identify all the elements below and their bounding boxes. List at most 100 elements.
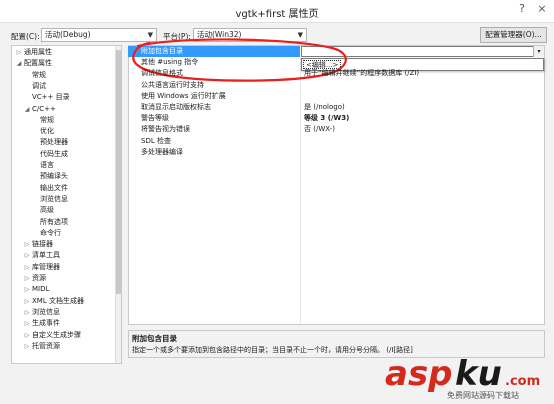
collapse-arrow-icon[interactable]: ◢ <box>23 104 31 115</box>
property-value[interactable]: 否 (/WX-) <box>304 124 335 135</box>
config-combo[interactable]: 活动(Debug) ▼ <box>41 28 157 42</box>
expand-arrow-icon[interactable]: ▷ <box>23 296 31 307</box>
tree-item[interactable]: 输出文件 <box>12 183 116 194</box>
tree-item-label: 所有选项 <box>40 217 68 226</box>
tree-item[interactable]: ▷ 浏览信息 <box>12 307 116 318</box>
tree-item[interactable]: ▷ 库管理器 <box>12 262 116 273</box>
tree-item[interactable]: ▷ 通用属性 <box>12 47 116 58</box>
property-name[interactable]: 使用 Windows 运行时扩展 <box>141 91 226 102</box>
svg-text:免费网站源码下载站: 免费网站源码下载站 <box>447 390 519 400</box>
tree-item-label: 链接器 <box>32 240 53 249</box>
tree-item[interactable]: ◢ C/C++ <box>12 104 116 115</box>
tree-scrollbar-thumb[interactable] <box>116 50 121 294</box>
tree-item[interactable]: 常规 <box>12 70 116 81</box>
tree-item[interactable]: ▷ XML 文档生成器 <box>12 296 116 307</box>
property-name[interactable]: 取消显示启动版权标志 <box>141 102 211 113</box>
expand-arrow-icon[interactable]: ▷ <box>23 330 31 341</box>
expand-arrow-icon[interactable]: ▷ <box>23 341 31 352</box>
tree-item-label: 预处理器 <box>40 138 68 147</box>
tree-item-label: 配置属性 <box>24 59 52 68</box>
expand-arrow-icon[interactable]: ▷ <box>23 307 31 318</box>
expand-arrow-icon[interactable]: ▷ <box>23 273 31 284</box>
tree-item[interactable]: ▷ 托管资源 <box>12 341 116 352</box>
property-name[interactable]: SDL 检查 <box>141 136 171 147</box>
tree-item[interactable]: ◢ 配置属性 <box>12 58 116 69</box>
property-name[interactable]: 调试信息格式 <box>141 68 183 79</box>
tree-item[interactable]: 命令行 <box>12 228 116 239</box>
tree-item-label: 常规 <box>32 70 46 79</box>
tree-item-label: 高级 <box>40 206 54 215</box>
value-dropdown[interactable] <box>301 46 544 57</box>
tree-item-label: 浏览信息 <box>32 307 60 316</box>
tree-item[interactable]: 优化 <box>12 126 116 137</box>
property-name[interactable]: 将警告视为错误 <box>141 124 190 135</box>
tree-item-label: 生成事件 <box>32 319 60 328</box>
chevron-down-icon: ▼ <box>297 31 303 39</box>
aspku-logo: asp ku .com 免费网站源码下载站 <box>385 354 540 400</box>
expand-arrow-icon[interactable]: ▷ <box>23 239 31 250</box>
close-button[interactable]: × <box>532 0 552 18</box>
tree-item-label: 代码生成 <box>40 149 68 158</box>
svg-text:ku: ku <box>455 354 502 394</box>
property-value[interactable]: 等级 3 (/W3) <box>304 113 349 124</box>
tree-item-label: 优化 <box>40 127 54 136</box>
property-name[interactable]: 附加包含目录 <box>141 46 183 57</box>
tree-item[interactable]: 语言 <box>12 160 116 171</box>
tree-item[interactable]: VC++ 目录 <box>12 92 116 103</box>
property-name[interactable]: 多处理器编译 <box>141 147 183 158</box>
tree-item-label: 输出文件 <box>40 183 68 192</box>
expand-arrow-icon[interactable]: ▷ <box>23 318 31 329</box>
tree-item-label: 通用属性 <box>24 48 52 56</box>
title-bar: vgtk+first 属性页 ? × <box>0 0 554 22</box>
tree-item[interactable]: 常规 <box>12 115 116 126</box>
window-title: vgtk+first 属性页 <box>235 9 319 20</box>
config-manager-button[interactable]: 配置管理器(O)... <box>480 27 547 43</box>
tree-item-label: XML 文档生成器 <box>32 296 84 305</box>
tree-item[interactable]: 所有选项 <box>12 217 116 228</box>
platform-label: 平台(P): <box>163 32 191 41</box>
watermark-logo: asp ku .com 免费网站源码下载站 <box>383 349 551 401</box>
property-name[interactable]: 警告等级 <box>141 113 169 124</box>
property-name[interactable]: 公共语言运行时支持 <box>141 80 204 91</box>
tree-item-label: 命令行 <box>40 228 61 237</box>
config-label: 配置(C): <box>11 32 40 41</box>
tree-item-label: 自定义生成步骤 <box>32 330 81 339</box>
tree-item[interactable]: ▷ MIDL <box>12 284 116 295</box>
tree-item[interactable]: 预处理器 <box>12 137 116 148</box>
tree-item[interactable]: 代码生成 <box>12 149 116 160</box>
grid-column-divider[interactable] <box>300 57 301 324</box>
property-name[interactable]: 其他 #using 指令 <box>141 57 198 68</box>
tree-item[interactable]: ▷ 资源 <box>12 273 116 284</box>
tree-item-label: C/C++ <box>32 104 56 113</box>
platform-combo[interactable]: 活动(Win32) ▼ <box>193 28 307 42</box>
expand-arrow-icon[interactable]: ▷ <box>23 262 31 273</box>
svg-text:asp: asp <box>385 354 453 394</box>
description-text: 指定一个或多个要添加到包含路径中的目录；当目录不止一个时，请用分号分隔。 (/I… <box>132 346 413 354</box>
tree-item-label: 浏览信息 <box>40 194 68 203</box>
tree-item[interactable]: 预编译头 <box>12 171 116 182</box>
property-value[interactable]: 用于“编辑并继续”的程序数据库 (/ZI) <box>304 68 419 79</box>
tree-item-label: 托管资源 <box>32 341 60 350</box>
platform-value: 活动(Win32) <box>197 30 242 39</box>
tree-item-label: 常规 <box>40 115 54 124</box>
help-button[interactable]: ? <box>512 0 532 18</box>
tree-item[interactable]: ▷ 链接器 <box>12 239 116 250</box>
chevron-down-icon[interactable]: ▾ <box>533 46 544 57</box>
chevron-down-icon: ▼ <box>147 31 153 39</box>
expand-arrow-icon[interactable]: ▷ <box>23 284 31 295</box>
tree-item-label: 清单工具 <box>32 251 60 260</box>
tree-item-label: 语言 <box>40 161 54 169</box>
tree-item[interactable]: ▷ 自定义生成步骤 <box>12 330 116 341</box>
tree-item[interactable]: ▷ 清单工具 <box>12 250 116 261</box>
description-title: 附加包含目录 <box>132 334 177 343</box>
collapse-arrow-icon[interactable]: ◢ <box>15 58 23 69</box>
tree-item-label: 资源 <box>32 274 46 282</box>
expand-arrow-icon[interactable]: ▷ <box>23 250 31 261</box>
tree-item[interactable]: ▷ 生成事件 <box>12 318 116 329</box>
tree-item[interactable]: 高级 <box>12 205 116 216</box>
property-value[interactable]: 是 (/nologo) <box>304 102 345 113</box>
tree-item[interactable]: 调试 <box>12 81 116 92</box>
expand-arrow-icon[interactable]: ▷ <box>15 47 23 58</box>
config-value: 活动(Debug) <box>45 30 91 39</box>
tree-item[interactable]: 浏览信息 <box>12 194 116 205</box>
